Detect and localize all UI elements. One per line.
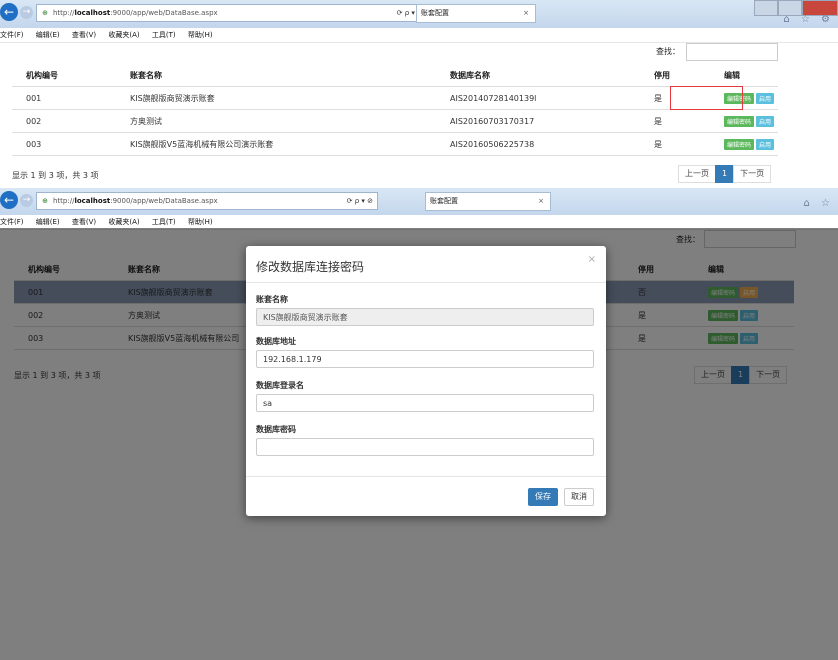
address-url: http://localhost:9000/app/web/DataBase.a…	[53, 197, 218, 205]
menu-bar: 文件(F) 编辑(E) 查看(V) 收藏夹(A) 工具(T) 帮助(H)	[0, 28, 838, 43]
page-1-button[interactable]: 1	[715, 165, 735, 183]
menu-edit[interactable]: 编辑(E)	[36, 218, 60, 226]
ie-page-icon: ⊕	[42, 197, 48, 205]
account-name-label: 账套名称	[256, 295, 288, 304]
db-password-input[interactable]	[256, 438, 594, 456]
address-bar[interactable]: ⊕ http://localhost:9000/app/web/DataBase.…	[36, 192, 378, 210]
tab-title: 账套配置	[430, 197, 458, 205]
cell-db: AIS20160703170317	[436, 109, 640, 133]
cell-disabled: 是	[640, 132, 710, 156]
menu-view[interactable]: 查看(V)	[72, 218, 96, 226]
menu-help[interactable]: 帮助(H)	[188, 218, 213, 226]
col-disabled[interactable]: 停用	[640, 64, 710, 87]
cell-code: 002	[12, 109, 116, 133]
cell-db: AIS20140728140139l	[436, 86, 640, 110]
modal-title: 修改数据库连接密码	[256, 260, 365, 274]
home-star-gear-icons[interactable]: ⌂ ☆ ⚙	[783, 14, 834, 25]
tab-close-icon[interactable]: ×	[538, 193, 544, 210]
next-page-button[interactable]: 下一页	[733, 165, 772, 183]
menu-tools[interactable]: 工具(T)	[152, 31, 176, 39]
modal-close-icon[interactable]: ×	[588, 254, 596, 265]
table-row: 001 KIS旗舰版商贸演示账套 AIS20140728140139l 是 编辑…	[12, 86, 778, 110]
address-url: http://localhost:9000/app/web/DataBase.a…	[53, 9, 218, 17]
address-tools[interactable]: ⟳ ρ ▾ ⊘	[347, 193, 373, 209]
menu-favorites[interactable]: 收藏夹(A)	[108, 31, 139, 39]
col-db[interactable]: 数据库名称	[436, 64, 640, 87]
tab-title: 账套配置	[421, 9, 449, 17]
pagination: 上一页1下一页	[678, 165, 772, 183]
edit-password-modal: 修改数据库连接密码 × 账套名称 KIS旗舰版商贸演示账套 数据库地址 192.…	[246, 246, 606, 516]
menu-help[interactable]: 帮助(H)	[188, 31, 213, 39]
minimize-button[interactable]	[754, 0, 778, 16]
search-label: 查找：	[656, 47, 680, 56]
menu-favorites[interactable]: 收藏夹(A)	[108, 218, 139, 226]
ie-page-icon: ⊕	[42, 9, 48, 17]
account-table: 机构编号 账套名称 数据库名称 停用 编辑 001 KIS旗舰版商贸演示账套 A…	[12, 64, 778, 156]
enable-button[interactable]: 启用	[756, 138, 775, 150]
enable-button[interactable]: 启用	[756, 115, 775, 127]
table-header-row: 机构编号 账套名称 数据库名称 停用 编辑	[12, 64, 778, 87]
menu-file[interactable]: 文件(F)	[0, 31, 24, 39]
screenshot-before: ← → ⊕ http://localhost:9000/app/web/DataB…	[0, 0, 838, 188]
modal-header-divider	[246, 282, 606, 283]
cell-code: 003	[12, 132, 116, 156]
edit-password-button[interactable]: 编辑密码	[724, 115, 755, 127]
tab-close-icon[interactable]: ×	[523, 5, 529, 22]
col-edit: 编辑	[724, 70, 740, 80]
menu-edit[interactable]: 编辑(E)	[36, 31, 60, 39]
table-info: 显示 1 到 3 项，共 3 项	[12, 171, 99, 180]
browser-tab[interactable]: 账套配置 ×	[416, 4, 536, 23]
cell-disabled: 是	[640, 109, 710, 133]
db-address-input[interactable]: 192.168.1.179	[256, 350, 594, 368]
cell-name: 方奥测试	[116, 109, 436, 133]
cell-db: AIS20160506225738	[436, 132, 640, 156]
db-login-label: 数据库登录名	[256, 381, 304, 390]
table-row: 002 方奥测试 AIS20160703170317 是 编辑密码 启用	[12, 109, 778, 133]
browser-titlebar: ← → ⊕ http://localhost:9000/app/web/DataB…	[0, 0, 838, 28]
highlight-box	[670, 86, 743, 110]
modal-footer-divider	[246, 476, 606, 477]
account-name-field: KIS旗舰版商贸演示账套	[256, 308, 594, 326]
db-login-input[interactable]: sa	[256, 394, 594, 412]
forward-arrow-icon[interactable]: →	[20, 6, 33, 19]
edit-password-button[interactable]: 编辑密码	[724, 138, 755, 150]
save-button[interactable]: 保存	[528, 488, 558, 506]
screenshot-modal: ← → ⊕ http://localhost:9000/app/web/DataB…	[0, 188, 838, 660]
col-name[interactable]: 账套名称	[116, 64, 436, 87]
cancel-button[interactable]: 取消	[564, 488, 594, 506]
cell-actions: 编辑密码启用	[710, 109, 778, 133]
menu-tools[interactable]: 工具(T)	[152, 218, 176, 226]
col-code[interactable]: 机构编号	[12, 64, 116, 87]
menu-view[interactable]: 查看(V)	[72, 31, 96, 39]
forward-arrow-icon[interactable]: →	[20, 194, 33, 207]
enable-button[interactable]: 启用	[756, 92, 775, 104]
home-star-icons[interactable]: ⌂ ☆	[804, 198, 835, 209]
prev-page-button[interactable]: 上一页	[678, 165, 716, 183]
cell-actions: 编辑密码启用	[710, 132, 778, 156]
address-bar[interactable]: ⊕ http://localhost:9000/app/web/DataBase.…	[36, 4, 428, 22]
cell-code: 001	[12, 86, 116, 110]
browser-tab[interactable]: 账套配置 ×	[425, 192, 551, 211]
browser-titlebar: ← → ⊕ http://localhost:9000/app/web/DataB…	[0, 188, 838, 215]
db-password-label: 数据库密码	[256, 425, 296, 434]
table-row: 003 KIS旗舰版V5蓝海机械有限公司演示账套 AIS201605062257…	[12, 132, 778, 156]
db-address-label: 数据库地址	[256, 337, 296, 346]
back-arrow-icon[interactable]: ←	[0, 191, 18, 209]
cell-name: KIS旗舰版V5蓝海机械有限公司演示账套	[116, 132, 436, 156]
menu-file[interactable]: 文件(F)	[0, 218, 24, 226]
cell-name: KIS旗舰版商贸演示账套	[116, 86, 436, 110]
back-arrow-icon[interactable]: ←	[0, 3, 18, 21]
search-input[interactable]	[686, 43, 778, 61]
